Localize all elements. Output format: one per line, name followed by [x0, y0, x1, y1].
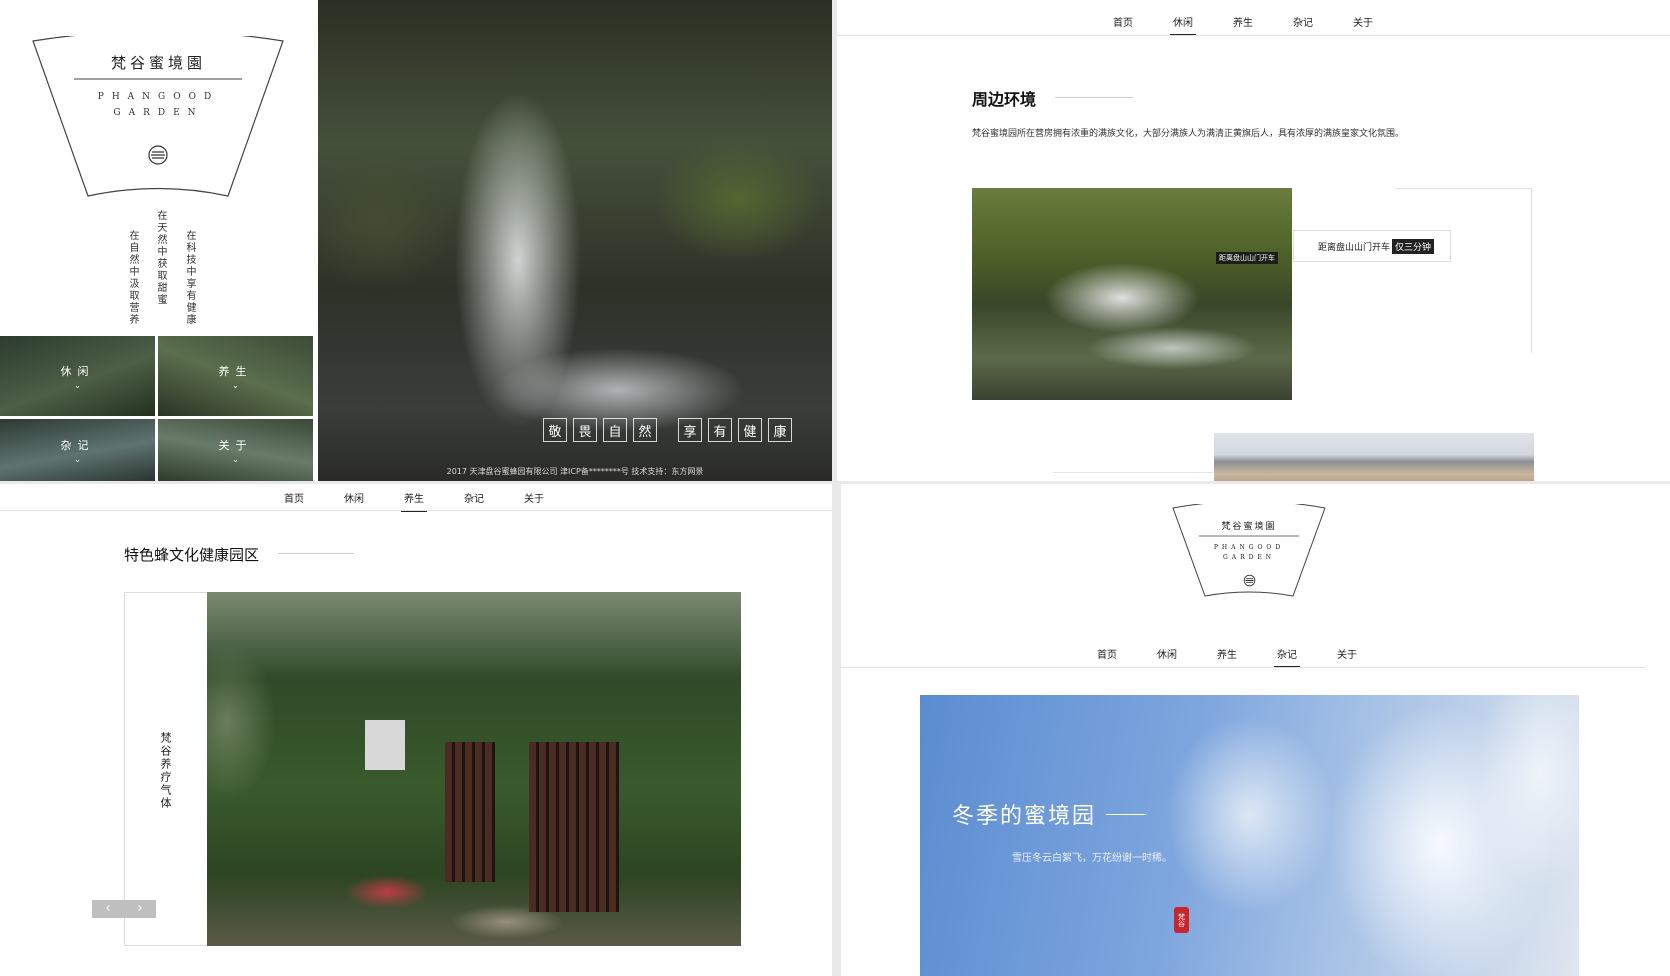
feature-title: 冬季的蜜境园 [952, 804, 1097, 829]
motto-char: 敬 [543, 418, 567, 442]
side-card-text: 梵谷养疗气体 [159, 732, 172, 810]
section-description: 梵谷蜜境园所在营房拥有浓重的满族文化，大部分满族人为满清正黄旗后人，具有浓厚的满… [972, 129, 1405, 139]
motto-char: 有 [708, 418, 732, 442]
motto-left: 敬 畏 自 然 [543, 418, 657, 442]
motto-char: 畏 [573, 418, 597, 442]
logo-name-cn: 梵谷蜜境園 [110, 54, 206, 72]
prev-arrow-icon[interactable]: ‹ [92, 900, 124, 918]
nav-health[interactable]: 养生 [384, 490, 444, 505]
leisure-panel: 首页 休闲 养生 杂记 关于 周边环境 梵谷蜜境园所在营房拥有浓重的满族文化，大… [837, 0, 1670, 481]
slogan-col-3: 在科技中享有健康 [184, 230, 195, 326]
gate-left [445, 742, 495, 882]
home-sidebar: 梵谷蜜境園 PHANGOOD GARDEN 在自然中汲取营养 在天然中获取甜蜜 … [0, 0, 317, 481]
tile-health[interactable]: 养生 ⌄ [158, 336, 313, 416]
slogan-col-1: 在自然中汲取营养 [127, 230, 138, 326]
title-rule [1055, 97, 1133, 98]
tile-label: 关于 [218, 438, 253, 452]
nav-home[interactable]: 首页 [1093, 14, 1153, 29]
top-nav: 首页 休闲 养生 杂记 关于 [1093, 14, 1393, 29]
chevron-down-icon: ⌄ [232, 454, 239, 464]
motto-right: 享 有 健 康 [678, 418, 792, 442]
top-nav: 首页 休闲 养生 杂记 关于 [264, 490, 564, 505]
section-title: 特色蜂文化健康园区 [124, 546, 260, 564]
tile-label: 休闲 [60, 364, 95, 378]
winter-frost-photo [920, 695, 1579, 976]
motto-char: 享 [678, 418, 702, 442]
logo-name-en-2: GARDEN [1222, 554, 1276, 561]
gate-right [529, 742, 619, 912]
carousel-controls: ‹ › [92, 900, 156, 918]
tile-leisure[interactable]: 休闲 ⌄ [0, 336, 155, 416]
bee-hive-icon [148, 145, 168, 165]
nav-home[interactable]: 首页 [264, 490, 324, 505]
chevron-down-icon: ⌄ [74, 454, 81, 464]
section-title: 周边环境 [972, 90, 1037, 109]
nav-divider [0, 510, 832, 511]
logo-name-en-1: PHANGOOD [97, 92, 220, 102]
bee-hive-icon [1243, 574, 1256, 587]
hero-stream-photo [318, 0, 832, 481]
slogan-col-2: 在天然中获取甜蜜 [155, 210, 166, 306]
callout-tag: 仅三分钟 [1392, 238, 1435, 254]
photo-frame [1396, 188, 1532, 353]
tile-notes[interactable]: 杂记 ⌄ [0, 419, 155, 481]
distance-callout: 距离盘山山门开车 仅三分钟 [1293, 230, 1451, 262]
next-arrow-icon[interactable]: › [124, 900, 156, 918]
nav-divider [837, 35, 1670, 36]
nav-notes[interactable]: 杂记 [444, 490, 504, 505]
nav-health[interactable]: 养生 [1213, 14, 1273, 29]
section-tiles: 休闲 ⌄ 养生 ⌄ 杂记 ⌄ 关于 ⌄ [0, 336, 317, 481]
tile-about[interactable]: 关于 ⌄ [158, 419, 313, 481]
nav-about[interactable]: 关于 [1317, 646, 1377, 661]
nav-divider [841, 667, 1646, 668]
notes-panel: 梵谷蜜境園 PHANGOOD GARDEN 首页 休闲 养生 杂记 关于 冬季的… [841, 484, 1670, 976]
motto-char: 健 [738, 418, 762, 442]
nav-notes[interactable]: 杂记 [1273, 14, 1333, 29]
photo-label: 距离盘山山门开车 [1216, 252, 1278, 264]
callout-text: 距离盘山山门开车 [1318, 242, 1391, 253]
mountain-photo [1214, 433, 1534, 481]
stream-photo [972, 188, 1292, 400]
nav-health[interactable]: 养生 [1197, 646, 1257, 661]
tile-label: 养生 [218, 364, 253, 378]
nav-leisure[interactable]: 休闲 [1153, 14, 1213, 29]
red-seal-stamp: 梵谷 [1174, 907, 1189, 933]
title-rule [1106, 814, 1146, 815]
tile-label: 杂记 [60, 438, 95, 452]
nav-leisure[interactable]: 休闲 [324, 490, 384, 505]
garden-gate-photo [207, 592, 741, 946]
home-panel: 梵谷蜜境園 PHANGOOD GARDEN 在自然中汲取营养 在天然中获取甜蜜 … [0, 0, 832, 481]
top-nav: 首页 休闲 养生 杂记 关于 [1077, 646, 1377, 661]
photo-frame-2 [1053, 472, 1213, 473]
title-rule [278, 553, 354, 554]
nav-notes[interactable]: 杂记 [1257, 646, 1317, 661]
chevron-down-icon: ⌄ [74, 380, 81, 390]
nav-home[interactable]: 首页 [1077, 646, 1137, 661]
feature-subtitle: 雪压冬云白絮飞，万花纷谢一时稀。 [1012, 853, 1172, 864]
nav-about[interactable]: 关于 [1333, 14, 1393, 29]
nav-about[interactable]: 关于 [504, 490, 564, 505]
chevron-down-icon: ⌄ [232, 380, 239, 390]
logo-name-en-2: GARDEN [113, 108, 204, 118]
logo-name-en-1: PHANGOOD [1213, 544, 1285, 551]
footer-copyright: 2017 天津盘谷蜜蜂园有限公司 津ICP备********号 技术支持：东方网… [446, 467, 704, 476]
logo-name-cn: 梵谷蜜境園 [1221, 522, 1277, 532]
motto-char: 然 [633, 418, 657, 442]
sign-board [365, 720, 405, 770]
nav-leisure[interactable]: 休闲 [1137, 646, 1197, 661]
motto-char: 康 [768, 418, 792, 442]
motto-char: 自 [603, 418, 627, 442]
